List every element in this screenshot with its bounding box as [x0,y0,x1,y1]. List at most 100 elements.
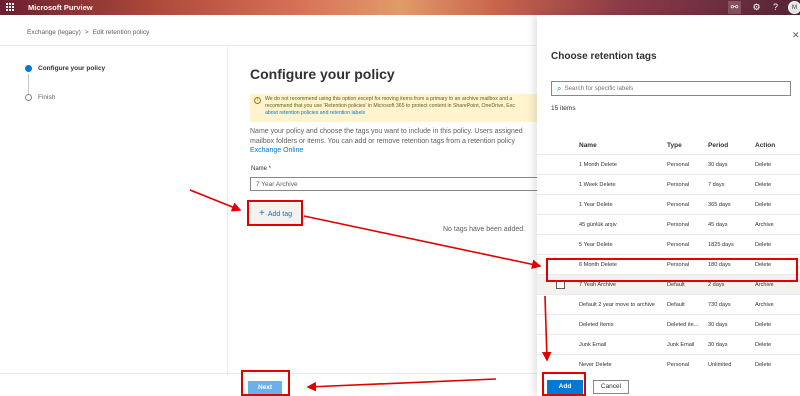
tag-period: 365 days [708,202,731,208]
tag-action: Archive [755,282,774,288]
column-action[interactable]: Action [755,142,795,149]
tag-period: Unlimited [708,362,732,368]
breadcrumb: Exchange (legacy) > Edit retention policy [27,29,149,36]
tag-type: Personal [667,182,690,188]
table-row[interactable]: 5 Year Delete Personal 1825 days Delete [537,235,800,255]
gear-icon[interactable]: ⚙ [750,1,763,14]
item-count: 15 items [551,105,576,112]
no-tags-message: No tags have been added. [443,226,526,233]
search-box[interactable]: ⌕ [551,81,791,96]
table-row[interactable]: Never Delete Personal Unlimited Delete [537,355,800,375]
tag-name: Junk Email [579,342,607,348]
step-current-icon [25,65,32,72]
tag-period: 7 days [708,182,725,188]
breadcrumb-item-exchange[interactable]: Exchange (legacy) [27,29,81,36]
add-button[interactable]: Add [547,380,583,394]
tag-type: Personal [667,222,690,228]
top-bar: Microsoft Purview ⚯ ⚙ ? M [0,0,800,15]
table-row[interactable]: 6 Month Delete Personal 180 days Delete [537,255,800,275]
tag-name: 1 Week Delete [579,182,616,188]
tag-period: 1825 days [708,242,734,248]
help-icon[interactable]: ? [769,1,782,14]
tag-type: Deleted ite... [667,322,699,328]
retention-tags-panel: ✕ Choose retention tags ⌕ 15 items Name … [537,15,800,396]
tag-action: Delete [755,202,772,208]
share-icon[interactable]: ⚯ [728,1,741,14]
warning-link[interactable]: about retention policies and retention l… [265,110,365,116]
row-checkbox[interactable] [556,280,565,289]
tag-type: Default [667,302,685,308]
panel-footer: Add Cancel [537,373,800,396]
tag-action: Delete [755,362,772,368]
breadcrumb-separator: > [84,29,89,36]
table-row[interactable]: Default 2 year move to archive Default 730… [537,295,800,315]
tag-action: Delete [755,262,772,268]
search-input[interactable] [564,85,785,92]
panel-title: Choose retention tags [551,51,657,62]
policy-description: Name your policy and choose the tags you… [250,127,545,156]
table-row[interactable]: 1 Week Delete Personal 7 days Delete [537,175,800,195]
tag-period: 30 days [708,162,728,168]
tag-name: Never Delete [579,362,612,368]
tag-action: Delete [755,182,772,188]
table-row[interactable]: 45 günlük arşiv Personal 45 days Archive [537,215,800,235]
tags-table: Name Type Period Action 1 Month Delete Pe… [537,136,800,395]
description-text: Name your policy and choose the tags you… [250,128,523,145]
tag-name: 1 Year Delete [579,202,613,208]
tag-name: Default 2 year move to archive [579,302,655,308]
breadcrumb-item-current: Edit retention policy [92,29,150,36]
cancel-button[interactable]: Cancel [593,380,629,394]
tag-action: Delete [755,322,772,328]
step-label: Configure your policy [38,65,106,72]
tag-action: Delete [755,162,772,168]
tag-type: Personal [667,202,690,208]
tag-name: 6 Month Delete [579,262,617,268]
wizard-steps: Configure your policy Finish [0,46,228,376]
table-row[interactable]: Junk Email Junk Email 30 days Delete [537,335,800,355]
warning-text: We do not recommend using this option ex… [265,96,515,109]
avatar[interactable]: M [788,1,800,14]
waffle-icon[interactable] [6,3,15,12]
add-tag-button[interactable]: + Add tag [248,203,302,225]
step-configure[interactable]: Configure your policy [25,65,105,72]
add-tag-label: Add tag [267,210,292,218]
tag-action: Delete [755,342,772,348]
table-row[interactable]: Deleted Items Deleted ite... 30 days Delete [537,315,800,335]
tag-type: Personal [667,162,690,168]
tag-action: Archive [755,302,774,308]
next-button[interactable]: Next [248,381,282,395]
policy-name-input[interactable] [250,177,540,191]
column-name[interactable]: Name [579,142,665,149]
column-period[interactable]: Period [708,142,750,149]
warning-banner: i We do not recommend using this option … [250,94,545,122]
step-pending-icon [25,94,32,101]
tag-name: 1 Month Delete [579,162,617,168]
arrow-to-next-button [306,378,497,392]
step-connector [28,74,29,94]
name-field-label: Name * [251,166,272,172]
tag-period: 2 days [708,282,725,288]
tag-name: 5 Year Delete [579,242,613,248]
app-title[interactable]: Microsoft Purview [28,3,93,12]
tag-action: Delete [755,242,772,248]
table-body: 1 Month Delete Personal 30 days Delete 1 Wee… [537,155,800,395]
table-row[interactable]: 1 Month Delete Personal 30 days Delete [537,155,800,175]
table-row[interactable]: 1 Year Delete Personal 365 days Delete [537,195,800,215]
tag-period: 45 days [708,222,728,228]
tag-type: Personal [667,362,690,368]
table-row[interactable]: 7 Yeah Archive Default 2 days Archive [537,275,800,295]
arrow-to-selected-row [303,215,542,270]
page-title: Configure your policy [250,66,395,82]
footer-divider [0,373,540,374]
tag-period: 180 days [708,262,731,268]
tag-name: 45 günlük arşiv [579,222,617,228]
search-icon: ⌕ [557,83,562,93]
tag-name: Deleted Items [579,322,614,328]
column-type[interactable]: Type [667,142,705,149]
tag-period: 30 days [708,342,728,348]
tag-action: Archive [755,222,774,228]
tag-type: Personal [667,262,690,268]
close-icon[interactable]: ✕ [792,30,800,41]
exchange-online-link[interactable]: Exchange Online [250,147,303,154]
step-finish[interactable]: Finish [25,94,55,101]
